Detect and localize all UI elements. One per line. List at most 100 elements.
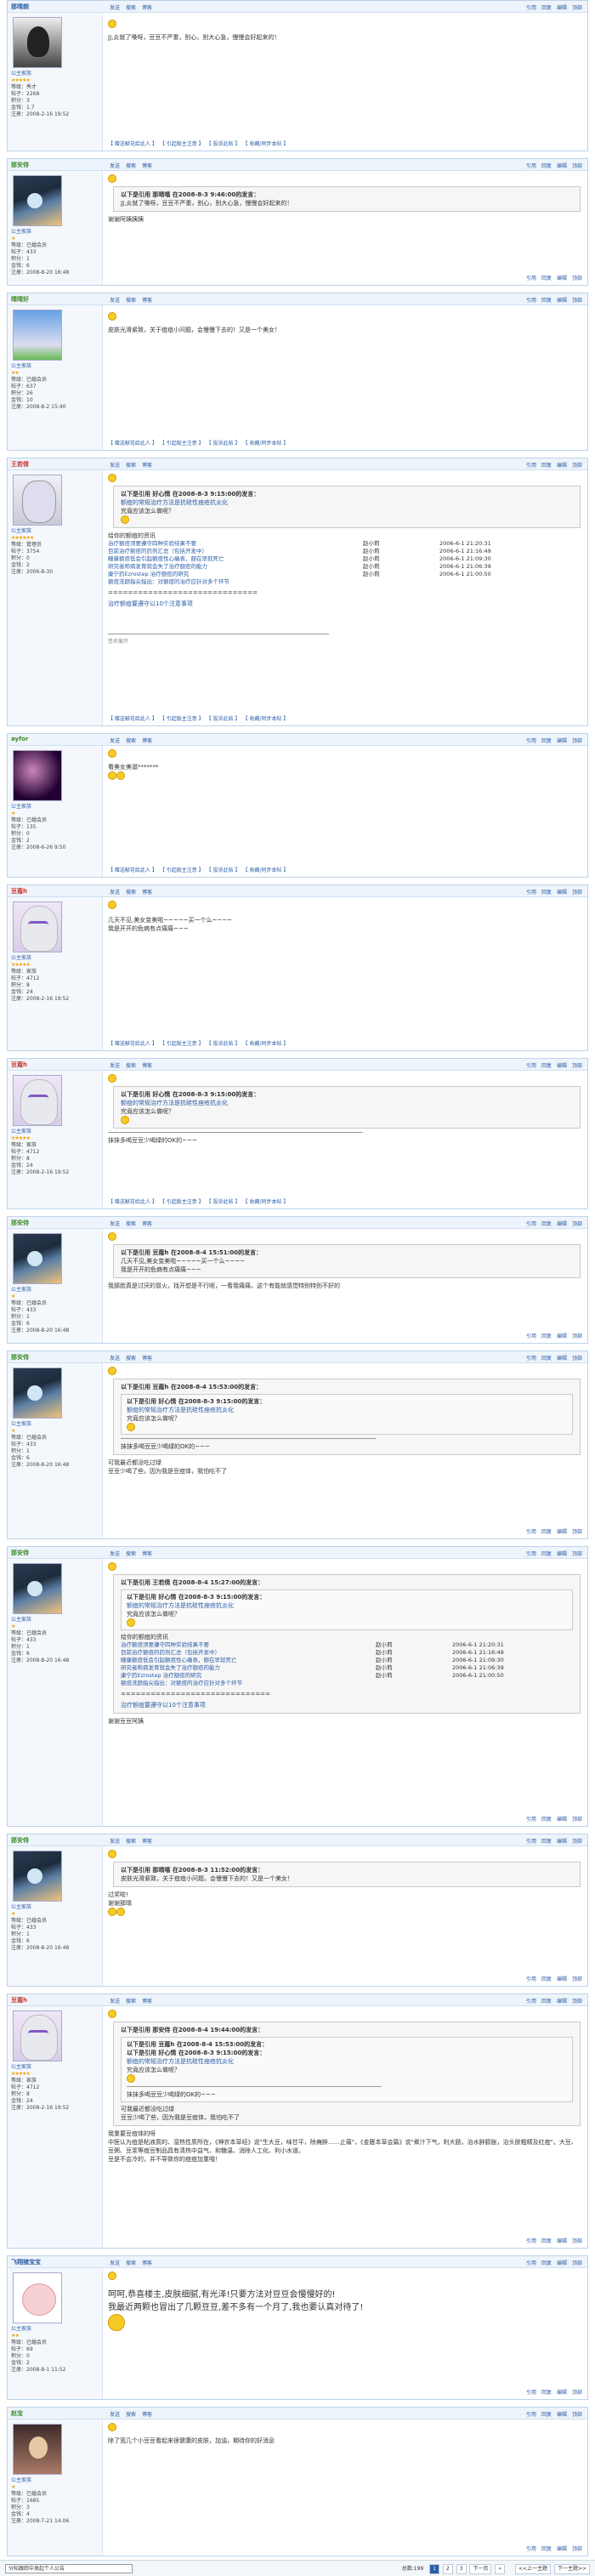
next-thread-link[interactable]: 下一主题>>: [553, 2564, 590, 2574]
post-author[interactable]: 赵宝: [11, 2409, 23, 2418]
give-flower-link[interactable]: 【 赠送献花给此人 】: [108, 141, 157, 147]
search-link[interactable]: 搜索: [126, 738, 136, 744]
related-link[interactable]: 额痘洗颜指尖指出：对额痘的治疗应针对多个环节: [108, 578, 363, 586]
send-link[interactable]: 发送: [110, 463, 120, 469]
search-link[interactable]: 搜索: [126, 2412, 136, 2418]
edit-link[interactable]: 编辑: [557, 1551, 567, 1557]
blog-link[interactable]: 博客: [142, 463, 152, 469]
favorite-link[interactable]: 【 收藏/同步本帖 】: [245, 441, 288, 446]
send-link[interactable]: 发送: [110, 163, 120, 169]
top-link[interactable]: 顶部: [572, 1529, 582, 1535]
reply-link[interactable]: 回复: [541, 1063, 552, 1069]
send-link[interactable]: 发送: [110, 1063, 120, 1069]
favorite-link[interactable]: 【 收藏/同步本帖 】: [245, 1199, 288, 1205]
search-link[interactable]: 搜索: [126, 2260, 136, 2266]
reply-link[interactable]: 回复: [541, 2546, 552, 2552]
edit-link[interactable]: 编辑: [557, 2238, 567, 2244]
edit-link[interactable]: 编辑: [557, 463, 567, 469]
reply-link[interactable]: 回复: [541, 1551, 552, 1557]
quote-link[interactable]: 引用: [526, 1839, 536, 1845]
related-link[interactable]: 瞳康额痘低会引起额痘性心痛表，额在早就死亡: [121, 1657, 376, 1664]
reply-link[interactable]: 回复: [541, 738, 552, 744]
related-link[interactable]: 研究者称病发育就会失了治疗额痘的能力: [108, 563, 363, 571]
favorite-link[interactable]: 【 收藏/同步本帖 】: [245, 1041, 288, 1047]
report-link[interactable]: 【 投诉此帖 】: [209, 441, 241, 446]
reply-link[interactable]: 回复: [541, 1529, 552, 1535]
edit-link[interactable]: 编辑: [557, 1529, 567, 1535]
search-link[interactable]: 搜索: [126, 298, 136, 304]
quote-link[interactable]: 引用: [526, 1529, 536, 1535]
quote-link[interactable]: 引用: [526, 2546, 536, 2552]
post-author[interactable]: 那安侍: [11, 161, 29, 169]
blog-link[interactable]: 博客: [142, 1999, 152, 2005]
favorite-link[interactable]: 【 收藏/同步本帖 】: [245, 141, 288, 147]
edit-link[interactable]: 编辑: [557, 1221, 567, 1227]
reply-link[interactable]: 回复: [541, 463, 552, 469]
notify-mod-link[interactable]: 【 引起版主注意 】: [162, 867, 204, 873]
report-link[interactable]: 【 投诉此帖 】: [209, 1199, 241, 1205]
quote-link[interactable]: 引用: [526, 163, 536, 169]
related-link[interactable]: 治疗额痘须要遵守四种实验结果不要: [108, 540, 363, 548]
top-link[interactable]: 顶部: [572, 2412, 582, 2418]
top-link[interactable]: 顶部: [572, 2260, 582, 2266]
quote-link[interactable]: 引用: [526, 1356, 536, 1362]
prev-thread-link[interactable]: <<上一主题: [514, 2564, 552, 2574]
edit-link[interactable]: 编辑: [557, 1063, 567, 1069]
post-author[interactable]: 那安侍: [11, 1219, 29, 1227]
signature-toggle[interactable]: 签名展开: [108, 638, 581, 646]
search-link[interactable]: 搜索: [126, 1551, 136, 1557]
top-link[interactable]: 顶部: [572, 1221, 582, 1227]
edit-link[interactable]: 编辑: [557, 1839, 567, 1845]
blog-link[interactable]: 博客: [142, 738, 152, 744]
send-link[interactable]: 发送: [110, 738, 120, 744]
top-link[interactable]: 顶部: [572, 463, 582, 469]
post-author[interactable]: 王若倩: [11, 460, 29, 469]
favorite-link[interactable]: 【 收藏/同步本帖 】: [245, 867, 288, 873]
reply-link[interactable]: 回复: [541, 1976, 552, 1982]
reply-link[interactable]: 回复: [541, 2390, 552, 2396]
reply-link[interactable]: 回复: [541, 2260, 552, 2266]
reply-link[interactable]: 回复: [541, 1999, 552, 2005]
reply-link[interactable]: 回复: [541, 1817, 552, 1823]
post-author[interactable]: 飞翔猪宝宝: [11, 2258, 41, 2266]
blog-link[interactable]: 博客: [142, 163, 152, 169]
post-author[interactable]: 豆蔻h: [11, 887, 27, 896]
post-author[interactable]: 豆蔻h: [11, 1061, 27, 1069]
send-link[interactable]: 发送: [110, 1221, 120, 1227]
search-link[interactable]: 搜索: [126, 163, 136, 169]
quote-link[interactable]: 引用: [526, 463, 536, 469]
edit-link[interactable]: 编辑: [557, 1817, 567, 1823]
notify-mod-link[interactable]: 【 引起版主注意 】: [162, 1199, 204, 1205]
quote-link[interactable]: 引用: [526, 738, 536, 744]
reply-link[interactable]: 回复: [541, 1221, 552, 1227]
reply-link[interactable]: 回复: [541, 1356, 552, 1362]
quote-link[interactable]: 引用: [526, 890, 536, 896]
quote-link[interactable]: 引用: [526, 298, 536, 304]
quote-link[interactable]: 引用: [526, 1817, 536, 1823]
related-link[interactable]: 治疗额痘要遵守以10个注意事项: [108, 600, 581, 608]
notify-mod-link[interactable]: 【 引起版主注意 】: [162, 441, 204, 446]
favorite-link[interactable]: 【 收藏/同步本帖 】: [245, 716, 288, 722]
reply-link[interactable]: 回复: [541, 163, 552, 169]
quote-link[interactable]: 引用: [526, 2238, 536, 2244]
search-link[interactable]: 搜索: [126, 1063, 136, 1069]
send-link[interactable]: 发送: [110, 1839, 120, 1845]
top-link[interactable]: 顶部: [572, 1356, 582, 1362]
top-link[interactable]: 顶部: [572, 1999, 582, 2005]
blog-link[interactable]: 博客: [142, 1221, 152, 1227]
post-author[interactable]: 那安侍: [11, 1549, 29, 1557]
reply-link[interactable]: 回复: [541, 1333, 552, 1339]
top-link[interactable]: 顶部: [572, 2546, 582, 2552]
edit-link[interactable]: 编辑: [557, 1333, 567, 1339]
avatar[interactable]: [13, 750, 62, 801]
related-link[interactable]: 目前治疗额痘的药剂汇总（包括开发中）: [121, 1649, 376, 1657]
avatar[interactable]: [13, 2010, 62, 2061]
thread-action-select[interactable]: 分帖跟踪中发起个人公告: [5, 2564, 133, 2573]
avatar[interactable]: [13, 310, 62, 361]
blog-link[interactable]: 博客: [142, 1063, 152, 1069]
edit-link[interactable]: 编辑: [557, 163, 567, 169]
search-link[interactable]: 搜索: [126, 890, 136, 896]
edit-link[interactable]: 编辑: [557, 1356, 567, 1362]
blog-link[interactable]: 博客: [142, 890, 152, 896]
send-link[interactable]: 发送: [110, 5, 120, 11]
